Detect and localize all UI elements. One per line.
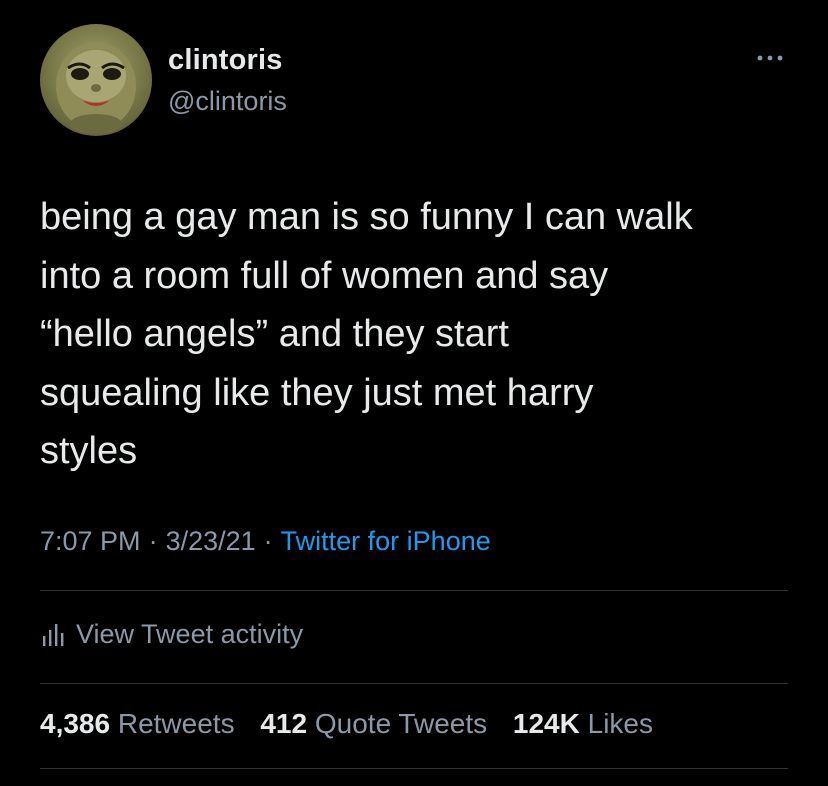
divider — [40, 683, 788, 684]
retweets-count: 4,386 — [40, 708, 111, 739]
tweet-text: being a gay man is so funny I can walk i… — [40, 196, 693, 473]
author-handle[interactable]: @clintoris — [168, 86, 287, 117]
more-options-icon[interactable] — [752, 46, 788, 70]
tweet-date[interactable]: 3/23/21 — [166, 526, 256, 556]
divider — [40, 590, 788, 591]
quote-tweets-label: Quote Tweets — [314, 708, 488, 739]
meta-separator: · — [148, 526, 158, 556]
author-display-name[interactable]: clintoris — [168, 44, 283, 77]
likes-count: 124K — [512, 708, 580, 739]
tweet-stats: 4,386 Retweets 412 Quote Tweets 124K Lik… — [40, 708, 671, 740]
tweet-meta: 7:07 PM · 3/23/21 · Twitter for iPhone — [40, 526, 491, 557]
avatar-image — [56, 42, 136, 134]
quote-tweets-count: 412 — [260, 708, 308, 739]
view-tweet-activity-button[interactable]: View Tweet activity — [40, 614, 303, 654]
quote-tweets-stat[interactable]: 412 Quote Tweets — [260, 708, 487, 739]
profile-avatar[interactable] — [40, 24, 152, 136]
retweets-stat[interactable]: 4,386 Retweets — [40, 708, 235, 739]
retweets-label: Retweets — [117, 708, 235, 739]
bar-chart-icon — [43, 624, 64, 646]
likes-label: Likes — [587, 708, 653, 739]
tweet-time[interactable]: 7:07 PM — [40, 526, 141, 556]
meta-separator: · — [263, 526, 273, 556]
likes-stat[interactable]: 124K Likes — [513, 708, 653, 739]
tweet-source-link[interactable]: Twitter for iPhone — [281, 526, 491, 556]
divider — [40, 768, 788, 769]
view-tweet-activity-label: View Tweet activity — [76, 618, 304, 649]
